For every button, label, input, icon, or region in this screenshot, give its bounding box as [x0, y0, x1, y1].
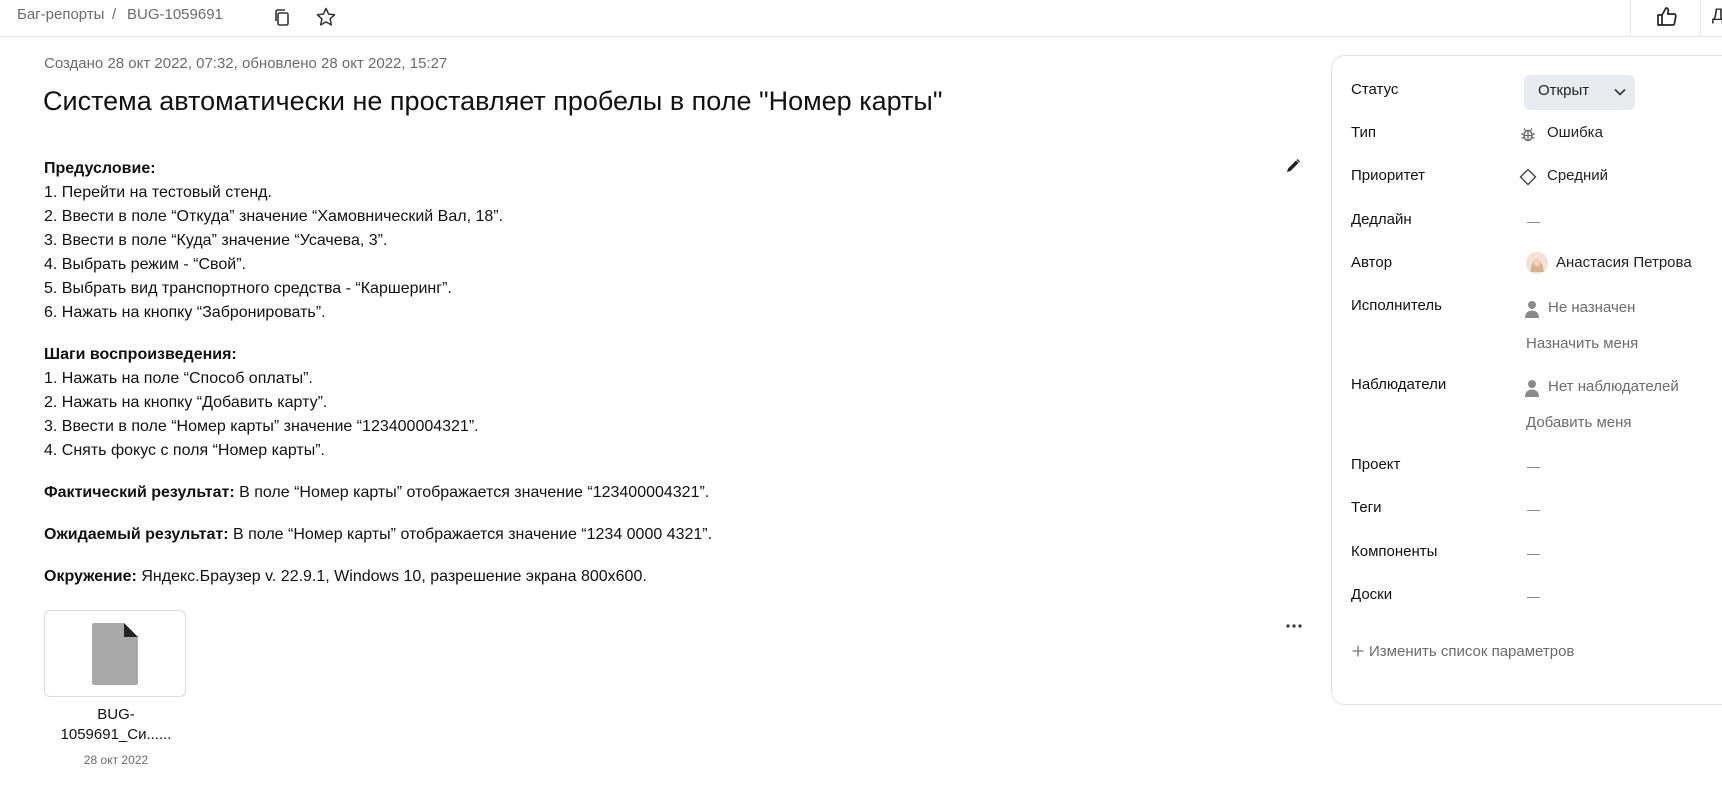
attachment-name-line: BUG- [97, 706, 135, 723]
author-avatar-icon [1526, 252, 1548, 274]
watchers-label: Наблюдатели [1351, 376, 1447, 393]
breadcrumb-issue-key[interactable]: BUG-1059691 [127, 6, 223, 23]
attachment-name-line: 1059691_Си...... [60, 726, 172, 743]
more-options-icon[interactable] [1285, 622, 1303, 630]
priority-label: Приоритет [1351, 167, 1425, 184]
user-icon [1525, 301, 1539, 318]
boards-label: Доски [1351, 586, 1393, 603]
assign-me-link[interactable]: Назначить меня [1526, 335, 1638, 352]
top-bar: Баг-репорты / BUG-1059691 Д [0, 0, 1722, 37]
deadline-label: Дедлайн [1351, 211, 1412, 228]
type-label: Тип [1351, 124, 1377, 141]
breadcrumb-section-link[interactable]: Баг-репорты [17, 6, 104, 23]
precondition-line: 5. Выбрать вид транспортного средства - … [44, 280, 452, 297]
environment-label: Окружение: [44, 568, 137, 585]
issue-title: Система автоматически не проставляет про… [43, 86, 943, 116]
attachment-name[interactable]: BUG- 1059691_Си...... [44, 705, 188, 745]
components-label: Компоненты [1351, 543, 1438, 560]
actual-result-text: В поле “Номер карты” отображается значен… [234, 484, 710, 501]
type-value[interactable]: Ошибка [1547, 124, 1603, 141]
tags-empty-dash[interactable] [1527, 510, 1540, 511]
steps-section: Шаги воспроизведения: 1. Нажать на поле … [44, 343, 1244, 463]
expected-result-text: В поле “Номер карты” отображается значен… [228, 526, 713, 543]
status-value: Открыт [1538, 82, 1590, 99]
precondition-section: Предусловие: 1. Перейти на тестовый стен… [44, 157, 1244, 325]
star-icon[interactable] [315, 6, 337, 28]
attachment-card[interactable] [44, 610, 186, 697]
project-empty-dash[interactable] [1527, 467, 1540, 468]
environment-text: Яндекс.Браузер v. 22.9.1, Windows 10, ра… [136, 568, 647, 585]
user-icon [1525, 380, 1539, 397]
status-label: Статус [1351, 81, 1399, 98]
components-empty-dash[interactable] [1527, 554, 1540, 555]
precondition-heading: Предусловие: [44, 160, 156, 177]
issue-description: Предусловие: 1. Перейти на тестовый стен… [44, 157, 1244, 607]
chevron-down-icon [1614, 88, 1626, 96]
add-me-link[interactable]: Добавить меня [1526, 414, 1632, 431]
file-icon [92, 623, 138, 685]
actual-result: Фактический результат: В поле “Номер кар… [44, 481, 1244, 505]
tags-label: Теги [1351, 499, 1382, 516]
step-line: 1. Нажать на поле “Способ оплаты”. [44, 370, 313, 387]
thumbs-up-icon[interactable] [1655, 5, 1679, 29]
pencil-icon[interactable] [1285, 158, 1301, 174]
step-line: 3. Ввести в поле “Номер карты” значение … [44, 418, 479, 435]
precondition-line: 4. Выбрать режим - “Свой”. [44, 256, 246, 273]
copy-icon[interactable] [272, 7, 292, 27]
priority-value[interactable]: Средний [1547, 167, 1608, 184]
expected-result: Ожидаемый результат: В поле “Номер карты… [44, 523, 1244, 547]
topbar-divider [1630, 0, 1631, 36]
deadline-empty-dash[interactable] [1527, 222, 1540, 223]
watchers-value[interactable]: Нет наблюдателей [1548, 378, 1679, 395]
attachment-date: 28 окт 2022 [83, 753, 149, 767]
assignee-value[interactable]: Не назначен [1548, 299, 1635, 316]
plus-icon [1352, 645, 1364, 657]
precondition-line: 2. Ввести в поле “Откуда” значение “Хамо… [44, 208, 504, 225]
assignee-label: Исполнитель [1351, 297, 1442, 314]
step-line: 2. Нажать на кнопку “Добавить карту”. [44, 394, 328, 411]
header-action-button[interactable]: Д [1712, 5, 1722, 25]
steps-heading: Шаги воспроизведения: [44, 346, 237, 363]
project-label: Проект [1351, 456, 1401, 473]
environment: Окружение: Яндекс.Браузер v. 22.9.1, Win… [44, 565, 1244, 589]
expected-result-label: Ожидаемый результат: [44, 526, 229, 543]
precondition-line: 6. Нажать на кнопку “Забронировать”. [44, 304, 326, 321]
precondition-line: 1. Перейти на тестовый стенд. [44, 184, 272, 201]
boards-empty-dash[interactable] [1527, 597, 1540, 598]
breadcrumb-separator: / [112, 6, 117, 23]
avatar [1526, 252, 1548, 274]
change-params-button[interactable]: Изменить список параметров [1352, 643, 1574, 660]
status-dropdown[interactable]: Открыт [1524, 75, 1635, 110]
step-line: 4. Снять фокус с поля “Номер карты”. [44, 442, 325, 459]
change-params-label: Изменить список параметров [1369, 643, 1575, 660]
precondition-line: 3. Ввести в поле “Куда” значение “Усачев… [44, 232, 388, 249]
issue-meta-dates: Создано 28 окт 2022, 07:32, обновлено 28… [44, 55, 448, 72]
diamond-icon [1519, 168, 1537, 186]
author-label: Автор [1351, 254, 1393, 271]
actual-result-label: Фактический результат: [44, 484, 235, 501]
author-value[interactable]: Анастасия Петрова [1556, 254, 1692, 271]
bug-icon [1521, 128, 1535, 142]
topbar-divider [1700, 0, 1701, 36]
